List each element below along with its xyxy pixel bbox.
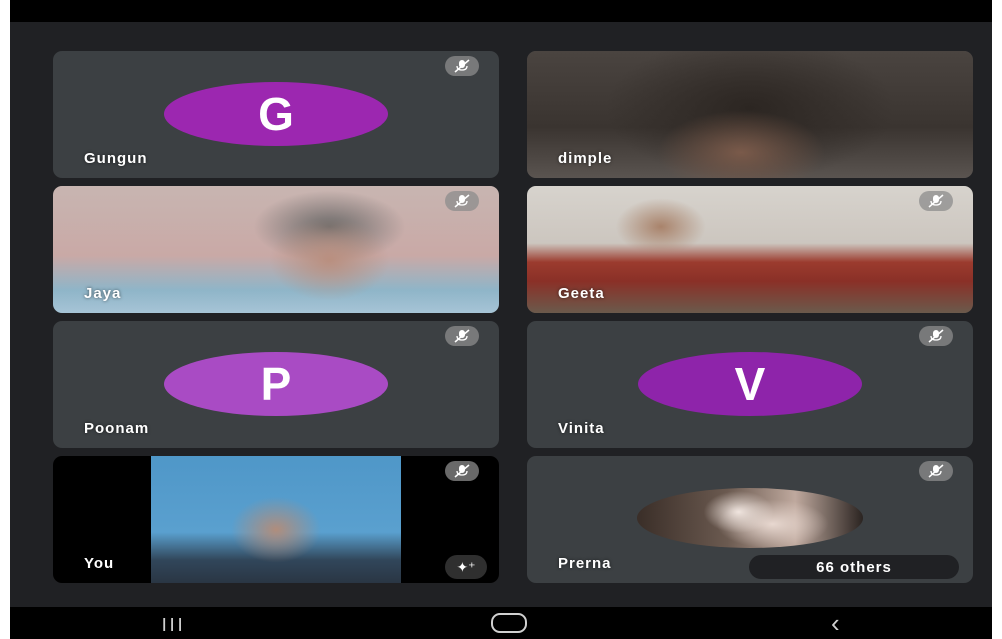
effects-sparkle-icon[interactable]: ✦⁺ [445, 555, 487, 579]
mic-off-icon [445, 461, 479, 481]
participant-name: Geeta [558, 285, 605, 302]
home-icon[interactable] [490, 613, 527, 633]
mic-off-icon [919, 191, 953, 211]
mic-off-icon [445, 191, 479, 211]
recent-apps-icon[interactable]: ||| [162, 616, 186, 630]
mic-off-icon [445, 326, 479, 346]
self-video-feed [151, 456, 401, 583]
participant-tile-vinita[interactable]: V Vinita [527, 321, 973, 448]
participant-name: Poonam [84, 420, 150, 437]
participant-name: Vinita [558, 420, 605, 437]
avatar-prerna-photo [637, 488, 863, 548]
avatar-poonam: P [164, 352, 388, 416]
participant-tile-poonam[interactable]: P Poonam [53, 321, 499, 448]
avatar-gungun: G [164, 82, 388, 146]
participant-tile-self[interactable]: ✦⁺ You [53, 456, 499, 583]
mic-off-icon [919, 326, 953, 346]
participant-tile-dimple[interactable]: dimple [527, 51, 973, 178]
participant-name: Prerna [558, 555, 612, 572]
avatar-vinita: V [638, 352, 862, 416]
status-bar [10, 0, 992, 22]
others-count-badge[interactable]: 66 others [749, 555, 959, 579]
participant-tile-prerna[interactable]: Prerna 66 others [527, 456, 973, 583]
mic-off-icon [445, 56, 479, 76]
participant-tile-geeta[interactable]: Geeta [527, 186, 973, 313]
participant-tile-gungun[interactable]: G Gungun [53, 51, 499, 178]
mic-off-icon [919, 461, 953, 481]
meeting-screen: G Gungun dimple Jaya Geeta P Poonam V Vi… [10, 0, 992, 639]
system-navigation-bar: ||| ‹ [10, 607, 992, 639]
participant-tile-jaya[interactable]: Jaya [53, 186, 499, 313]
back-icon[interactable]: ‹ [831, 610, 840, 636]
participant-name: Gungun [84, 150, 148, 167]
participant-name: dimple [558, 150, 613, 167]
participant-name: Jaya [84, 285, 122, 302]
participant-name: You [84, 555, 115, 572]
